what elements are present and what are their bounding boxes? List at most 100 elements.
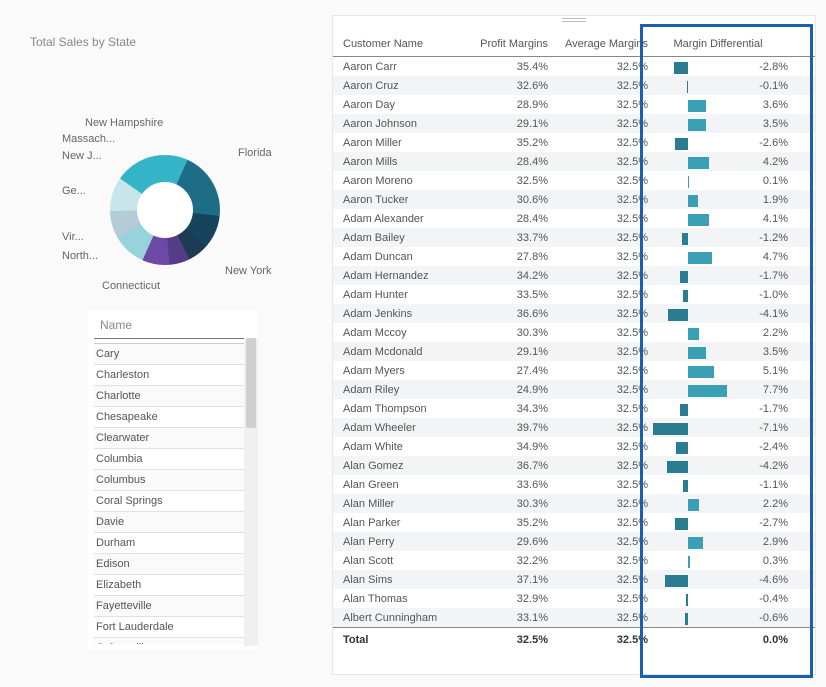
cell-profit-margin: 27.8% xyxy=(463,251,548,263)
slicer-header: Name xyxy=(94,310,252,339)
table-row[interactable]: Adam Riley24.9%32.5%7.7% xyxy=(333,380,815,399)
table-row[interactable]: Adam Wheeler39.7%32.5%-7.1% xyxy=(333,418,815,437)
donut-label: Florida xyxy=(238,147,272,159)
cell-name: Adam Riley xyxy=(343,384,463,396)
cell-profit-margin: 34.3% xyxy=(463,403,548,415)
table-row[interactable]: Aaron Carr35.4%32.5%-2.8% xyxy=(333,57,815,76)
table-row[interactable]: Alan Miller30.3%32.5%2.2% xyxy=(333,494,815,513)
cell-bar xyxy=(648,155,728,169)
cell-margin-diff: -2.4% xyxy=(728,441,788,453)
cell-profit-margin: 28.4% xyxy=(463,156,548,168)
table-row[interactable]: Aaron Miller35.2%32.5%-2.6% xyxy=(333,133,815,152)
donut-label: Massach... xyxy=(62,133,115,145)
cell-name: Adam Hunter xyxy=(343,289,463,301)
table-row[interactable]: Alan Scott32.2%32.5%0.3% xyxy=(333,551,815,570)
table-row[interactable]: Alan Sims37.1%32.5%-4.6% xyxy=(333,570,815,589)
cell-average-margin: 32.5% xyxy=(548,156,648,168)
table-row[interactable]: Adam Mcdonald29.1%32.5%3.5% xyxy=(333,342,815,361)
name-slicer[interactable]: Name CaryCharlestonCharlotteChesapeakeCl… xyxy=(88,310,258,650)
cell-margin-diff: -1.0% xyxy=(728,289,788,301)
slicer-item[interactable]: Charleston xyxy=(94,365,252,386)
slicer-item[interactable]: Elizabeth xyxy=(94,575,252,596)
donut-label: Connecticut xyxy=(102,280,160,292)
table-row[interactable]: Alan Parker35.2%32.5%-2.7% xyxy=(333,513,815,532)
slicer-item[interactable]: Clearwater xyxy=(94,428,252,449)
cell-name: Adam White xyxy=(343,441,463,453)
total-am: 32.5% xyxy=(548,634,648,648)
slicer-item[interactable]: Charlotte xyxy=(94,386,252,407)
cell-average-margin: 32.5% xyxy=(548,479,648,491)
table-row[interactable]: Adam Hunter33.5%32.5%-1.0% xyxy=(333,285,815,304)
table-row[interactable]: Aaron Mills28.4%32.5%4.2% xyxy=(333,152,815,171)
cell-margin-diff: -4.6% xyxy=(728,574,788,586)
table-row[interactable]: Adam White34.9%32.5%-2.4% xyxy=(333,437,815,456)
donut-label: New York xyxy=(225,265,271,277)
cell-profit-margin: 33.1% xyxy=(463,612,548,624)
table-row[interactable]: Albert Cunningham33.1%32.5%-0.6% xyxy=(333,608,815,627)
cell-name: Adam Myers xyxy=(343,365,463,377)
slicer-item[interactable]: Chesapeake xyxy=(94,407,252,428)
table-row[interactable]: Aaron Day28.9%32.5%3.6% xyxy=(333,95,815,114)
cell-profit-margin: 37.1% xyxy=(463,574,548,586)
cell-average-margin: 32.5% xyxy=(548,194,648,206)
table-row[interactable]: Adam Hernandez34.2%32.5%-1.7% xyxy=(333,266,815,285)
table-row[interactable]: Alan Gomez36.7%32.5%-4.2% xyxy=(333,456,815,475)
cell-average-margin: 32.5% xyxy=(548,612,648,624)
donut-label: North... xyxy=(62,250,98,262)
cell-margin-diff: -4.1% xyxy=(728,308,788,320)
cell-name: Adam Mcdonald xyxy=(343,346,463,358)
slicer-item[interactable]: Columbia xyxy=(94,449,252,470)
table-row[interactable]: Alan Thomas32.9%32.5%-0.4% xyxy=(333,589,815,608)
table-row[interactable]: Alan Green33.6%32.5%-1.1% xyxy=(333,475,815,494)
table-total-row: Total 32.5% 32.5% 0.0% xyxy=(333,627,815,654)
slicer-item[interactable]: Edison xyxy=(94,554,252,575)
col-margin-differential[interactable]: Margin Differential xyxy=(648,38,788,50)
slicer-body: CaryCharlestonCharlotteChesapeakeClearwa… xyxy=(94,343,252,644)
cell-name: Adam Alexander xyxy=(343,213,463,225)
slicer-item[interactable]: Gainesville xyxy=(94,638,252,644)
slicer-item[interactable]: Cary xyxy=(94,344,252,365)
cell-average-margin: 32.5% xyxy=(548,422,648,434)
table-row[interactable]: Adam Duncan27.8%32.5%4.7% xyxy=(333,247,815,266)
slicer-item[interactable]: Fayetteville xyxy=(94,596,252,617)
table-row[interactable]: Aaron Moreno32.5%32.5%0.1% xyxy=(333,171,815,190)
cell-name: Adam Jenkins xyxy=(343,308,463,320)
cell-profit-margin: 34.9% xyxy=(463,441,548,453)
table-row[interactable]: Aaron Cruz32.6%32.5%-0.1% xyxy=(333,76,815,95)
cell-bar xyxy=(648,193,728,207)
data-table[interactable]: Customer Name Profit Margins Average Mar… xyxy=(332,15,816,675)
drag-handle-icon[interactable] xyxy=(562,18,586,22)
table-row[interactable]: Adam Jenkins36.6%32.5%-4.1% xyxy=(333,304,815,323)
table-row[interactable]: Adam Mccoy30.3%32.5%2.2% xyxy=(333,323,815,342)
cell-profit-margin: 29.6% xyxy=(463,536,548,548)
slicer-item[interactable]: Davie xyxy=(94,512,252,533)
col-customer-name[interactable]: Customer Name xyxy=(343,38,463,50)
table-row[interactable]: Adam Bailey33.7%32.5%-1.2% xyxy=(333,228,815,247)
donut-chart[interactable]: New HampshireMassach...New J...Ge...Vir.… xyxy=(30,55,290,265)
cell-average-margin: 32.5% xyxy=(548,574,648,586)
table-row[interactable]: Adam Myers27.4%32.5%5.1% xyxy=(333,361,815,380)
total-pm: 32.5% xyxy=(463,634,548,648)
slicer-item[interactable]: Coral Springs xyxy=(94,491,252,512)
col-average-margins[interactable]: Average Margins xyxy=(548,38,648,50)
cell-profit-margin: 33.5% xyxy=(463,289,548,301)
table-row[interactable]: Aaron Johnson29.1%32.5%3.5% xyxy=(333,114,815,133)
table-row[interactable]: Adam Thompson34.3%32.5%-1.7% xyxy=(333,399,815,418)
slicer-item[interactable]: Columbus xyxy=(94,470,252,491)
cell-profit-margin: 34.2% xyxy=(463,270,548,282)
cell-average-margin: 32.5% xyxy=(548,403,648,415)
cell-bar xyxy=(648,326,728,340)
slicer-item[interactable]: Durham xyxy=(94,533,252,554)
scrollbar[interactable] xyxy=(244,338,258,646)
cell-average-margin: 32.5% xyxy=(548,346,648,358)
col-profit-margins[interactable]: Profit Margins xyxy=(463,38,548,50)
cell-average-margin: 32.5% xyxy=(548,137,648,149)
table-row[interactable]: Adam Alexander28.4%32.5%4.1% xyxy=(333,209,815,228)
cell-profit-margin: 24.9% xyxy=(463,384,548,396)
scrollbar-thumb[interactable] xyxy=(246,338,256,428)
table-row[interactable]: Alan Perry29.6%32.5%2.9% xyxy=(333,532,815,551)
cell-bar xyxy=(648,383,728,397)
slicer-item[interactable]: Fort Lauderdale xyxy=(94,617,252,638)
table-row[interactable]: Aaron Tucker30.6%32.5%1.9% xyxy=(333,190,815,209)
cell-average-margin: 32.5% xyxy=(548,232,648,244)
